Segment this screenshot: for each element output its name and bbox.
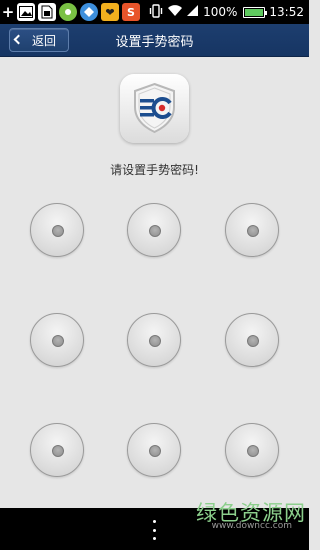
signal-icon <box>187 4 199 20</box>
gesture-node-dot <box>247 445 259 457</box>
app-logo <box>120 74 189 143</box>
gesture-node-dot <box>149 335 161 347</box>
gesture-node-1[interactable] <box>30 203 84 257</box>
sim-icon <box>38 3 56 21</box>
battery-percent: 100% <box>203 5 238 19</box>
gesture-node-5[interactable] <box>127 313 181 367</box>
battery-icon <box>243 6 268 18</box>
gesture-node-dot <box>52 225 64 237</box>
app-blue-icon <box>80 3 98 21</box>
title-bar: 返回 设置手势密码 <box>0 24 309 57</box>
app-green-icon <box>59 3 77 21</box>
gesture-prompt: 请设置手势密码! <box>110 163 199 177</box>
gesture-node-8[interactable] <box>127 423 181 477</box>
gesture-node-dot <box>149 445 161 457</box>
back-button[interactable]: 返回 <box>9 28 69 52</box>
gesture-node-dot <box>247 335 259 347</box>
app-red-icon: S <box>122 3 140 21</box>
app-yellow-icon: ❤ <box>101 3 119 21</box>
gesture-node-2[interactable] <box>127 203 181 257</box>
clock: 13:52 <box>269 5 304 19</box>
gesture-node-4[interactable] <box>30 313 84 367</box>
vibrate-icon <box>149 3 163 21</box>
gesture-node-dot <box>52 335 64 347</box>
gesture-node-dot <box>52 445 64 457</box>
gesture-node-dot <box>149 225 161 237</box>
gesture-node-dot <box>247 225 259 237</box>
ec-shield-icon <box>134 82 175 134</box>
back-button-label: 返回 <box>31 33 56 48</box>
photo-icon <box>17 3 35 21</box>
status-bar: + ❤ S 100% 13:52 <box>0 0 309 24</box>
gesture-node-7[interactable] <box>30 423 84 477</box>
navigation-bar <box>0 508 309 550</box>
plus-icon: + <box>1 2 15 21</box>
wifi-icon <box>167 4 183 20</box>
gesture-node-3[interactable] <box>225 203 279 257</box>
gesture-node-6[interactable] <box>225 313 279 367</box>
gesture-node-9[interactable] <box>225 423 279 477</box>
more-vertical-icon[interactable] <box>148 520 160 540</box>
